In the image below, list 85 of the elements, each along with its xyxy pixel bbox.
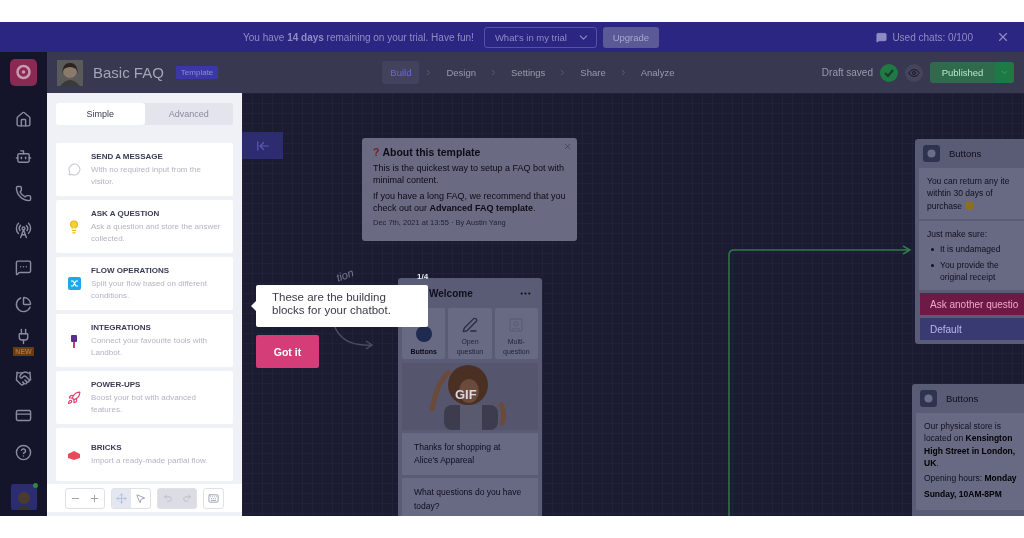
bot-title: Basic FAQ [93,64,164,81]
step-tab[interactable]: Share [572,61,614,84]
block-description: Connect your favourite tools with Landbot. [91,334,209,359]
close-icon[interactable] [563,142,572,151]
choice-button[interactable]: Default [920,318,1024,341]
block-title: INTEGRATIONS [91,322,152,332]
got-it-button[interactable]: Got it [256,335,319,368]
template-badge: Template [175,66,219,79]
block-description: Boost your bot with advanced features. [91,391,197,416]
trial-dropdown[interactable]: What's in my trial [483,26,597,48]
block-card[interactable]: SEND A MESSAGE With no required input from the visitor. [56,143,233,196]
user-avatar[interactable] [10,484,37,510]
block-card[interactable]: POWER-UPS Boost your bot with advanced features. [56,371,233,424]
card-text: If you have a long FAQ, we recommend that you check out our Advanced FAQ template. [373,190,566,215]
message-text: Just make sure: [927,228,987,239]
block-card[interactable]: INTEGRATIONS Connect your favourite tools with Landbot. [56,314,233,367]
gif-label: GIF [455,387,477,402]
message-text: Our physical store is located on Kensington High Street in London, UK. [924,420,1016,470]
message-text: Sunday, 10AM-8PM [924,487,1003,500]
brick-icon [67,449,81,460]
caret-icon [1000,68,1009,77]
pointer-icon [135,492,146,504]
step-tab[interactable]: Analyze [632,61,683,84]
plug-icon [70,333,78,348]
block-card[interactable]: BRICKS Import a ready-made partial flow. [56,428,233,481]
lightbulb-icon [67,219,81,234]
move-icon [116,492,127,504]
step-counter: 1/4 [417,272,429,281]
block-icon [920,390,937,407]
block-description: Ask a question and store the answer collected. [91,220,222,245]
shuffle-icon [67,277,81,290]
block-title: SEND A MESSAGE [91,151,164,161]
bullet-text: It is undamaged [940,243,1002,256]
collapse-icon [255,138,270,153]
check-icon [880,63,898,82]
block-title: ASK A QUESTION [91,208,161,218]
card-title: About this template [382,146,481,158]
block-description: Split your flow based on different conditions. [91,277,208,302]
card-text: This is the quickest way to setup a FAQ bot with minimal content. [373,162,566,187]
message-text: Opening hours: Monday [924,472,1016,485]
block-title: FLOW OPERATIONS [91,265,171,275]
chat-icon [876,31,888,43]
speech-bubble-icon [67,163,81,176]
redo-icon [181,493,192,503]
plus-icon [89,492,100,504]
node-title: Buttons [949,148,982,159]
preview-button[interactable] [905,63,923,82]
eye-icon [908,66,920,79]
block-icon [923,145,940,162]
smiley-icon [964,201,974,211]
used-chats: Used chats: 0/100 [892,31,973,43]
radio-icon [414,324,433,343]
step-tab[interactable]: Design [438,61,485,84]
upgrade-button[interactable]: Upgrade [602,26,659,48]
rocket-icon [67,390,81,405]
node-title: Buttons [946,393,979,404]
publish-button[interactable]: Published [930,62,995,83]
panel-tab[interactable]: Advanced [144,103,233,125]
message-bubble: You can return any ite withtin 30 days of purchase [919,168,1024,219]
bullet-text: You provide the original receipt [940,258,1000,284]
tour-text: These are the building blocks for your chatbot. [272,291,391,317]
message-bubble: What questions do you have today? [402,478,538,516]
block-card[interactable]: ASK A QUESTION Ask a question and store the answer collected. [56,200,233,253]
trial-notice: You have 14 days remaining on your trial. Have fun! [243,31,474,43]
pen-icon [462,317,478,334]
buttons-node[interactable]: Buttons You can return any ite withtin 30 days of purchase Just make sure: It is undamaged You provide the original receipt Ask another questio Default [915,139,1024,345]
step-tab[interactable]: Settings [503,61,554,84]
keyboard-icon [208,492,219,504]
choice-button[interactable]: Ask another questio [920,293,1024,316]
message-bubble: Thanks for shopping at Alice's Appareal [402,433,538,476]
block-title: BRICKS [91,442,123,452]
avatar-icon [57,59,83,86]
block-description: Import a ready-made partial flow. [91,454,208,467]
logo-icon[interactable] [10,59,37,86]
person-icon [15,490,32,510]
buttons-node[interactable]: Buttons Our physical store is located on Kensington High Street in London, UK. Opening hours: Monday Sunday, 10AM-8PM [912,384,1024,516]
canvas-annotation: tion [334,266,356,284]
block-description: With no required input from the visitor. [91,163,202,188]
node-title: Welcome [429,287,473,299]
save-status: Draft saved [821,67,873,78]
block-title: POWER-UPS [91,379,142,389]
undo-icon [162,493,173,503]
panel-tab[interactable]: Simple [56,103,145,125]
question-mark: ? [373,146,380,158]
block-card[interactable]: FLOW OPERATIONS Split your flow based on different conditions. [56,257,233,310]
